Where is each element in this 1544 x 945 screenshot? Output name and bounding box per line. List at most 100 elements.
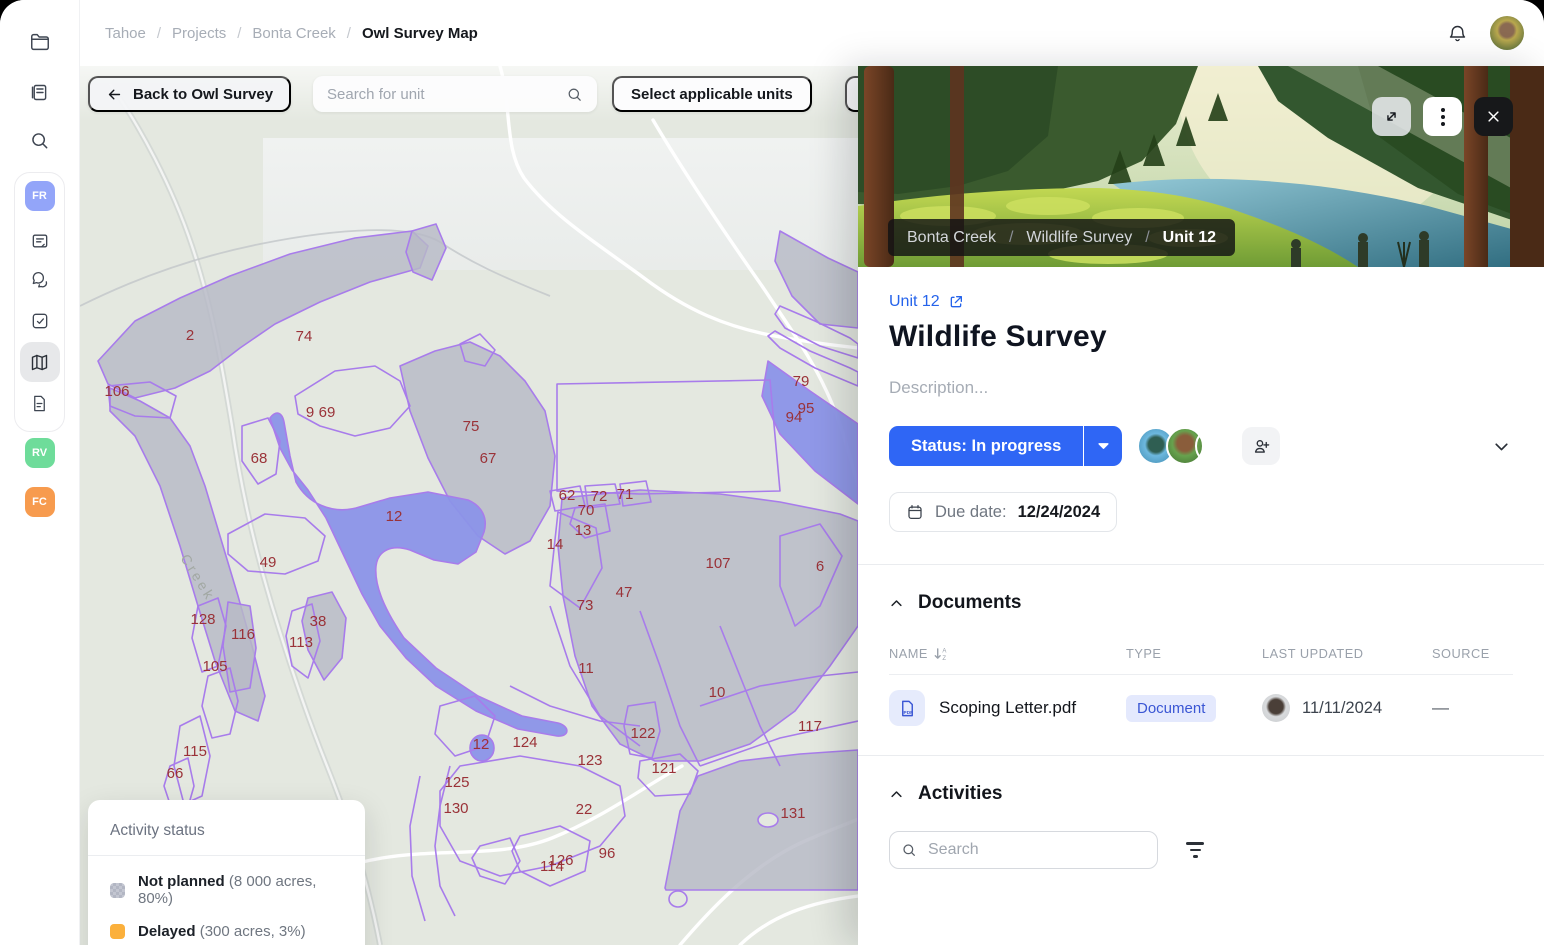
unit-label-106: 106	[104, 383, 129, 400]
expand-panel-button[interactable]	[1372, 97, 1411, 136]
workspace-badge-rv[interactable]: RV	[25, 438, 55, 468]
app-window: FR RV FC Tahoe/ Projects/ Bonta Creek/ O…	[0, 0, 1544, 945]
unit-label-9: 9	[306, 404, 314, 421]
document-type-badge: Document	[1126, 695, 1216, 722]
legend-item-delayed: Delayed (300 acres, 3%)	[88, 910, 365, 943]
add-assignee-button[interactable]	[1242, 427, 1280, 465]
more-options-button[interactable]	[1423, 97, 1462, 136]
add-person-icon	[1252, 437, 1271, 456]
document-name-cell[interactable]: PDF Scoping Letter.pdf	[889, 690, 1126, 726]
unit-label-71: 71	[617, 486, 634, 503]
documents-icon[interactable]	[20, 383, 60, 423]
hero-crumb-bonta-creek[interactable]: Bonta Creek	[907, 229, 996, 247]
unit-label-6: 6	[816, 558, 824, 575]
library-icon[interactable]	[20, 72, 60, 112]
unit-label-47: 47	[616, 584, 633, 601]
unit-label-70: 70	[578, 502, 595, 519]
column-type[interactable]: TYPE	[1126, 646, 1262, 661]
due-date-field[interactable]: Due date: 12/24/2024	[889, 492, 1117, 532]
not-planned-swatch	[110, 883, 125, 898]
clipped-toolbar-button[interactable]	[845, 76, 858, 112]
sidebar: FR RV FC	[0, 0, 80, 945]
document-row[interactable]: PDF Scoping Letter.pdf Document 11/11/20…	[889, 675, 1513, 741]
svg-text:A: A	[942, 648, 946, 654]
breadcrumb-bonta-creek[interactable]: Bonta Creek	[252, 25, 335, 42]
select-applicable-units-button[interactable]: Select applicable units	[612, 76, 812, 112]
activities-search	[889, 831, 1158, 869]
column-last-updated[interactable]: LAST UPDATED	[1262, 646, 1432, 661]
collapse-details-chevron[interactable]	[1491, 436, 1512, 457]
unit-label-73: 73	[577, 597, 594, 614]
unit-label-38: 38	[310, 613, 327, 630]
documents-section-toggle[interactable]: Documents	[889, 592, 1513, 614]
document-updated-cell: 11/11/2024	[1262, 694, 1432, 722]
status-dropdown[interactable]: Status: In progress	[889, 426, 1122, 466]
notes-icon[interactable]	[20, 221, 60, 261]
workspace-badge-fr[interactable]: FR	[25, 181, 55, 211]
unit-label-115: 115	[183, 743, 207, 760]
unit-label-10: 10	[709, 684, 726, 701]
unit-label-130: 130	[443, 800, 468, 817]
column-name[interactable]: NAME AZ	[889, 646, 1126, 661]
status-caret[interactable]	[1084, 426, 1122, 466]
unit-label-74: 74	[296, 328, 313, 345]
workspace-badge-fc[interactable]: FC	[25, 487, 55, 517]
notifications-bell-icon[interactable]	[1447, 23, 1468, 44]
assignee-avatar-3[interactable]	[1195, 427, 1233, 465]
unit-label-75: 75	[463, 418, 480, 435]
search-icon	[901, 842, 917, 858]
hero-breadcrumb: Bonta Creek/ Wildlife Survey/ Unit 12	[888, 219, 1235, 256]
unit-label-69: 69	[319, 404, 336, 421]
document-source-cell: —	[1432, 698, 1513, 718]
unit-label-128: 128	[190, 611, 215, 628]
close-panel-button[interactable]	[1474, 97, 1513, 136]
unit-label-79: 79	[793, 373, 810, 390]
filter-icon[interactable]	[1186, 842, 1204, 857]
breadcrumb-tahoe[interactable]: Tahoe	[105, 25, 146, 42]
search-icon[interactable]	[20, 120, 60, 160]
search-icon	[566, 86, 583, 103]
back-to-owl-survey-button[interactable]: Back to Owl Survey	[88, 76, 291, 112]
external-link-icon	[948, 294, 964, 310]
unit-label-67: 67	[480, 450, 497, 467]
chat-icon[interactable]	[20, 261, 60, 301]
caret-down-icon	[1098, 443, 1109, 450]
status-row: Status: In progress	[889, 426, 1513, 466]
column-source[interactable]: SOURCE	[1432, 646, 1513, 661]
updater-avatar	[1262, 694, 1290, 722]
unit-label-105: 105	[202, 658, 227, 675]
unit-label-116: 116	[231, 626, 255, 643]
hero-image: Bonta Creek/ Wildlife Survey/ Unit 12	[858, 66, 1544, 267]
documents-title: Documents	[918, 592, 1021, 614]
page-title: Wildlife Survey	[889, 320, 1513, 354]
activities-search-input[interactable]	[889, 831, 1158, 869]
unit-label-2: 2	[186, 327, 194, 344]
activities-section-toggle[interactable]: Activities	[889, 783, 1513, 805]
activities-title: Activities	[918, 783, 1002, 805]
hero-crumb-wildlife-survey[interactable]: Wildlife Survey	[1026, 229, 1132, 247]
hero-crumb-unit: Unit 12	[1163, 229, 1216, 247]
unit-search-placeholder: Search for unit	[327, 86, 425, 103]
svg-text:PDF: PDF	[903, 710, 913, 716]
map-icon[interactable]	[20, 342, 60, 382]
status-value: Status: In progress	[889, 426, 1083, 466]
unit-label-107: 107	[705, 555, 730, 572]
map-canvas[interactable]: Creek 2741069697568676272717013141249107…	[80, 66, 858, 945]
unit-label-12: 12	[473, 736, 490, 753]
user-avatar[interactable]	[1490, 16, 1524, 50]
sort-az-icon: AZ	[934, 647, 947, 661]
unit-label-122: 122	[630, 725, 655, 742]
kebab-menu-icon	[1441, 108, 1445, 126]
unit-label-131: 131	[780, 805, 805, 822]
unit-search-input[interactable]: Search for unit	[313, 76, 597, 112]
unit-label-123: 123	[577, 752, 602, 769]
unit-link[interactable]: Unit 12	[889, 293, 964, 311]
tasks-icon[interactable]	[20, 301, 60, 341]
calendar-icon	[906, 503, 924, 521]
description-field[interactable]: Description...	[889, 378, 1513, 398]
projects-folder-icon[interactable]	[20, 22, 60, 62]
arrow-left-icon	[106, 86, 123, 103]
unit-label-66: 66	[167, 765, 184, 782]
unit-label-124: 124	[512, 734, 537, 751]
breadcrumb-projects[interactable]: Projects	[172, 25, 226, 42]
